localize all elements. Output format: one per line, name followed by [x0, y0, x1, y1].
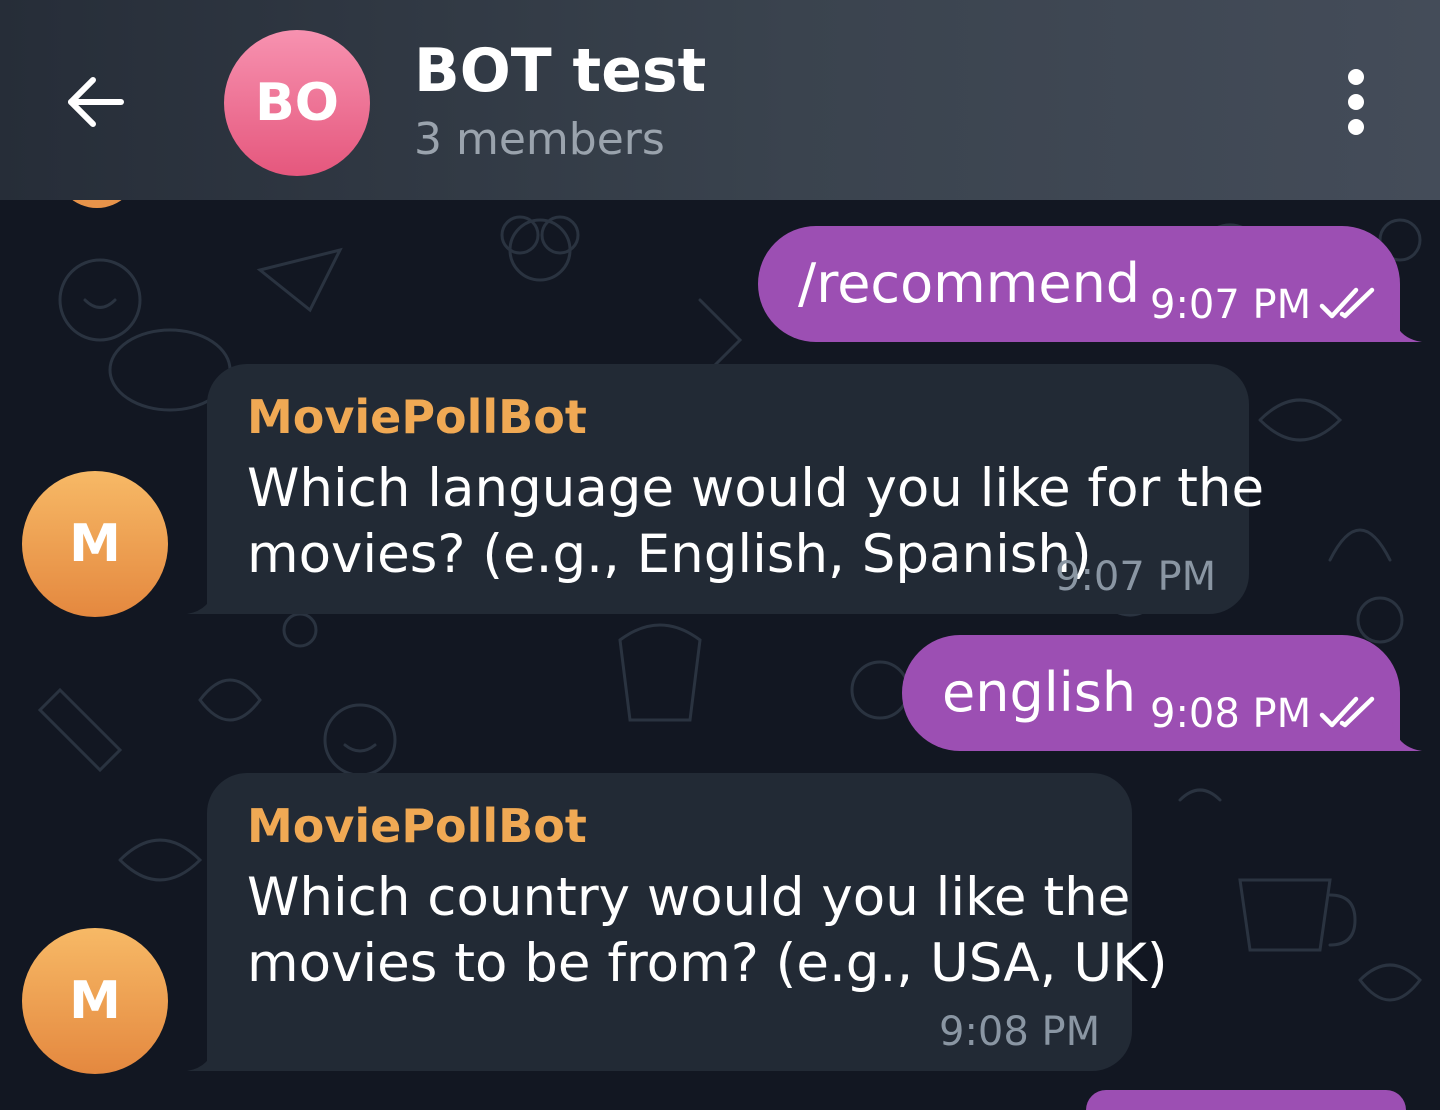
- member-count: 3 members: [414, 114, 665, 165]
- sender-name[interactable]: MoviePollBot: [247, 799, 587, 853]
- message-time: 9:08 PM: [939, 1009, 1101, 1055]
- message-text-line: Which language would you like for the: [247, 458, 1265, 519]
- message-text-line: movies? (e.g., English, Spanish): [247, 524, 1092, 585]
- double-check-icon: [1319, 287, 1375, 319]
- back-button[interactable]: [50, 62, 140, 142]
- message-time: 9:07 PM: [1055, 554, 1217, 600]
- bot-avatar[interactable]: M: [22, 928, 168, 1074]
- more-vertical-icon: [1348, 119, 1364, 135]
- message-time: 9:08 PM: [1150, 691, 1312, 737]
- incoming-message[interactable]: MoviePollBot Which country would you lik…: [187, 773, 1168, 1071]
- more-vertical-icon: [1348, 94, 1364, 110]
- outgoing-message[interactable]: english 9:08 PM: [902, 635, 1422, 751]
- outgoing-message-partial[interactable]: [1086, 1090, 1406, 1110]
- message-text: english: [942, 661, 1137, 724]
- chat-avatar[interactable]: BO: [224, 30, 370, 176]
- message-time: 9:07 PM: [1150, 282, 1312, 328]
- chat-title[interactable]: BOT test: [414, 36, 706, 106]
- chat-header: BO BOT test 3 members: [0, 0, 1440, 200]
- double-check-icon: [1319, 696, 1375, 728]
- message-text-line: Which country would you like the: [247, 867, 1131, 928]
- bot-avatar[interactable]: M: [22, 471, 168, 617]
- message-text-line: movies to be from? (e.g., USA, UK): [247, 933, 1168, 994]
- more-menu-button[interactable]: [1320, 62, 1392, 142]
- message-text: /recommend: [798, 252, 1141, 315]
- incoming-message[interactable]: MoviePollBot Which language would you li…: [187, 364, 1264, 614]
- more-vertical-icon: [1348, 69, 1364, 85]
- outgoing-message[interactable]: /recommend 9:07 PM: [758, 226, 1422, 342]
- arrow-left-icon: [68, 77, 124, 127]
- sender-name[interactable]: MoviePollBot: [247, 390, 587, 444]
